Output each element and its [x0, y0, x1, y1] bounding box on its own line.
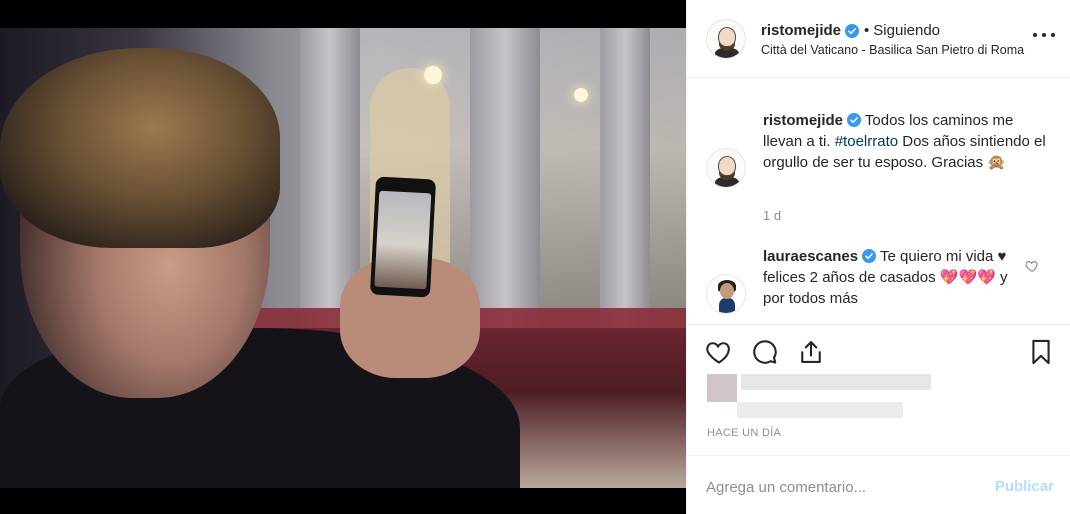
- photo-phone: [369, 176, 437, 298]
- post-side-panel: ristomejide • Siguiendo Città del Vatica…: [686, 0, 1070, 514]
- verified-badge-icon: [862, 249, 877, 263]
- separator-dot: •: [864, 22, 870, 39]
- blurred-avatar: [707, 374, 737, 402]
- caption-username[interactable]: ristomejide: [763, 112, 843, 129]
- comment-like-heart-icon[interactable]: [1025, 259, 1039, 273]
- comment-item: lauraescanes Te quiero mi vida ♥ felices…: [763, 246, 1025, 309]
- post-caption: ristomejide Todos los caminos me llevan …: [763, 110, 1053, 173]
- follow-status-button[interactable]: Siguiendo: [873, 22, 940, 39]
- post-location[interactable]: Città del Vaticano - Basilica San Pietro…: [761, 43, 1024, 57]
- comments-section: ristomejide Todos los caminos me llevan …: [687, 78, 1070, 325]
- bookmark-icon[interactable]: [1027, 338, 1055, 366]
- comment-author-avatar[interactable]: [706, 274, 746, 314]
- comment-icon[interactable]: [751, 338, 779, 366]
- author-username[interactable]: ristomejide: [761, 22, 841, 39]
- verified-badge-icon: [845, 23, 860, 38]
- photo-lamp: [574, 88, 588, 102]
- verified-badge-icon: [847, 113, 862, 127]
- photo-person-hair: [0, 48, 280, 248]
- comment-username[interactable]: lauraescanes: [763, 248, 858, 265]
- post-media: [0, 0, 686, 514]
- caption-time: 1 d: [763, 208, 782, 223]
- more-options-icon[interactable]: [1033, 30, 1055, 40]
- blurred-text: [737, 402, 903, 418]
- caption-author-avatar[interactable]: [706, 148, 746, 188]
- author-line: ristomejide • Siguiendo: [761, 22, 940, 39]
- post-header: ristomejide • Siguiendo Città del Vatica…: [687, 0, 1070, 78]
- publish-button[interactable]: Publicar: [995, 478, 1054, 495]
- post-actions-bar: [687, 326, 1070, 374]
- blurred-text: [741, 374, 931, 390]
- post-photo[interactable]: [0, 28, 686, 488]
- heart-icon[interactable]: [705, 338, 733, 366]
- author-avatar[interactable]: [706, 19, 746, 59]
- photo-pillar: [470, 28, 540, 328]
- post-timestamp[interactable]: HACE UN DÍA: [707, 427, 781, 439]
- photo-lamp: [424, 66, 442, 84]
- comment-input[interactable]: [706, 476, 966, 498]
- photo-pillar: [600, 28, 650, 328]
- caption-hashtag[interactable]: #toelrrato: [835, 133, 898, 150]
- photo-phone-screen: [374, 190, 432, 290]
- share-icon[interactable]: [797, 338, 825, 366]
- comment-composer: Publicar: [687, 455, 1070, 514]
